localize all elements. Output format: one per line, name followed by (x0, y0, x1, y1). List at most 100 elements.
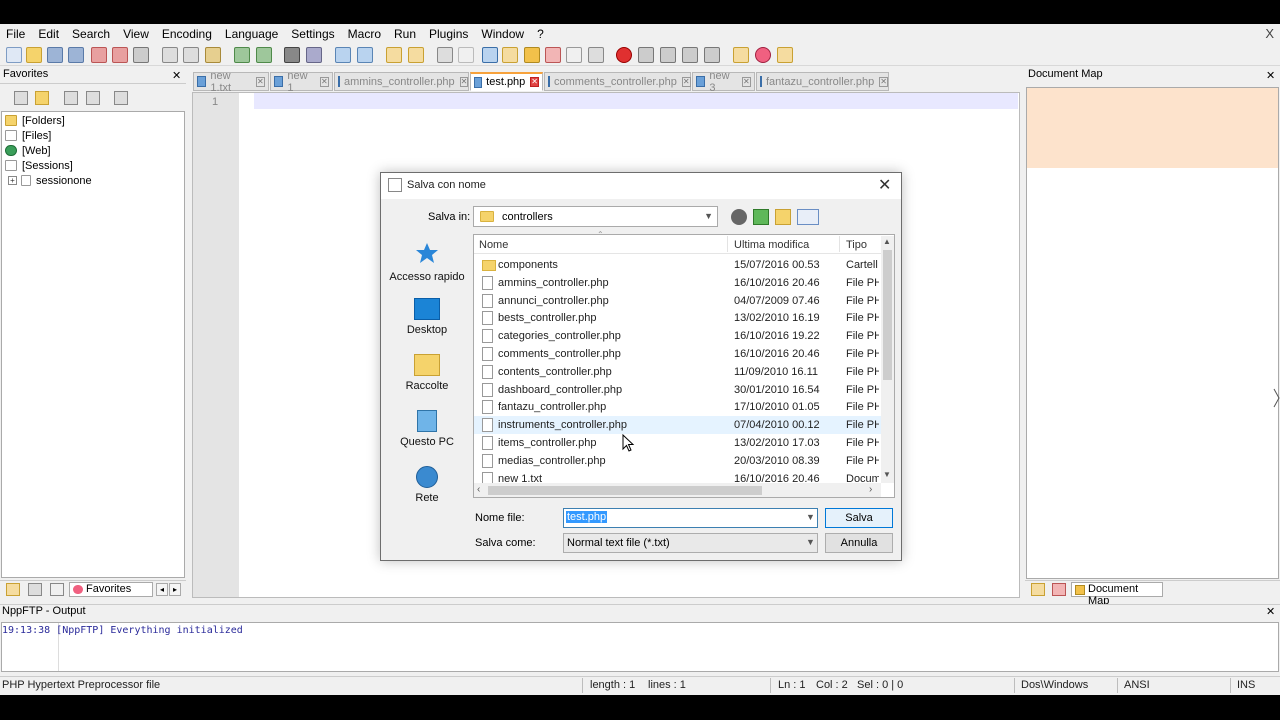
chevron-down-icon[interactable]: ▼ (806, 512, 815, 522)
explorer-tab-icon[interactable] (1031, 583, 1045, 596)
output-close-button[interactable]: ✕ (1266, 605, 1275, 618)
monitoring-icon[interactable] (588, 47, 604, 63)
sync-horizontal-icon[interactable] (408, 47, 424, 63)
tab-close-icon[interactable]: ✕ (319, 76, 329, 87)
undo-icon[interactable] (234, 47, 250, 63)
file-row[interactable]: instruments_controller.php 07/04/2010 00.… (474, 416, 881, 434)
file-row[interactable]: dashboard_controller.php 30/01/2010 16.54… (474, 381, 881, 399)
column-separator[interactable] (727, 236, 728, 252)
menu-encoding[interactable]: Encoding (162, 27, 212, 41)
place-network[interactable]: Rete (383, 466, 471, 504)
unlink-icon[interactable] (86, 91, 100, 105)
menu-search[interactable]: Search (72, 27, 110, 41)
file-row[interactable]: items_controller.php 13/02/2010 17.03 File… (474, 434, 881, 452)
menu-language[interactable]: Language (225, 27, 278, 41)
menu-file[interactable]: File (6, 27, 25, 41)
tree-item-files[interactable]: [Files] (5, 128, 51, 143)
filename-value[interactable]: test.php (566, 511, 608, 523)
find-icon[interactable] (284, 47, 300, 63)
file-row[interactable]: comments_controller.php 16/10/2016 20.46 F… (474, 345, 881, 363)
udl-icon[interactable] (502, 47, 518, 63)
file-row[interactable]: medias_controller.php 20/03/2010 08.39 Fil… (474, 452, 881, 470)
document-map-bottom-tab[interactable]: Document Map (1071, 582, 1163, 607)
tree-item-sessions[interactable]: [Sessions] (5, 158, 73, 173)
expand-icon[interactable]: + (8, 176, 17, 185)
save-all-icon[interactable] (68, 47, 84, 63)
filter-icon[interactable] (114, 91, 128, 105)
zoom-out-icon[interactable] (357, 47, 373, 63)
save-button[interactable]: Salva (825, 508, 893, 528)
sync-vertical-icon[interactable] (386, 47, 402, 63)
save-macro-icon[interactable] (704, 47, 720, 63)
tab-close-icon[interactable]: ✕ (459, 76, 469, 87)
function-tab-icon[interactable] (1052, 583, 1066, 596)
horizontal-scroll-thumb[interactable] (488, 486, 762, 495)
dialog-close-button[interactable]: ✕ (878, 175, 891, 195)
stop-macro-icon[interactable] (638, 47, 654, 63)
close-all-icon[interactable] (112, 47, 128, 63)
new-folder-icon[interactable] (775, 209, 791, 225)
menu-view[interactable]: View (123, 27, 149, 41)
close-icon[interactable] (91, 47, 107, 63)
tab-scroll-left-button[interactable]: ◂ (156, 583, 168, 596)
file-row[interactable]: fantazu_controller.php 17/10/2010 01.05 Fi… (474, 398, 881, 416)
menu-settings[interactable]: Settings (291, 27, 334, 41)
tab-new-3[interactable]: new 3 ✕ (692, 70, 755, 94)
replace-icon[interactable] (306, 47, 322, 63)
tree-item-web[interactable]: [Web] (5, 143, 51, 158)
add-folder-icon[interactable] (35, 91, 49, 105)
tab-close-icon[interactable]: ✕ (530, 77, 539, 87)
scroll-up-icon[interactable]: ▲ (883, 237, 891, 246)
scroll-down-icon[interactable]: ▼ (883, 470, 891, 479)
menu-window[interactable]: Window (481, 27, 524, 41)
tab-close-icon[interactable]: ✕ (879, 76, 888, 87)
column-type[interactable]: Tipo (846, 239, 867, 251)
menu-plugins[interactable]: Plugins (429, 27, 468, 41)
back-icon[interactable] (731, 209, 747, 225)
tab-fantazu-controller[interactable]: fantazu_controller.php ✕ (756, 72, 889, 91)
place-quick-access[interactable]: Accesso rapido (383, 242, 471, 283)
tab-scroll-right-button[interactable]: ▸ (169, 583, 181, 596)
show-all-chars-icon[interactable] (458, 47, 474, 63)
menu-macro[interactable]: Macro (348, 27, 381, 41)
play-macro-icon[interactable] (660, 47, 676, 63)
folder-row[interactable]: components 15/07/2016 00.53 Cartell (474, 256, 881, 274)
menu-run[interactable]: Run (394, 27, 416, 41)
save-in-combo[interactable]: controllers ▼ (473, 206, 718, 227)
redo-icon[interactable] (256, 47, 272, 63)
chevron-down-icon[interactable]: ▼ (806, 537, 815, 547)
place-this-pc[interactable]: Questo PC (383, 410, 471, 448)
tab-new-1[interactable]: new 1 ✕ (270, 70, 333, 94)
run-macro-multiple-icon[interactable] (682, 47, 698, 63)
doc-map-icon[interactable] (524, 47, 540, 63)
column-name[interactable]: Nome (479, 239, 508, 251)
tab-test-php[interactable]: test.php ✕ (470, 72, 543, 91)
tree-item-sessionone[interactable]: + sessionone (8, 173, 92, 188)
save-type-select[interactable]: Normal text file (*.txt) (563, 533, 818, 553)
menu-edit[interactable]: Edit (38, 27, 59, 41)
file-row[interactable]: ammins_controller.php 16/10/2016 20.46 Fil… (474, 274, 881, 292)
record-macro-icon[interactable] (616, 47, 632, 63)
word-wrap-icon[interactable] (437, 47, 453, 63)
scroll-right-icon[interactable]: › (869, 484, 872, 495)
file-row[interactable]: annunci_controller.php 04/07/2009 07.46 Fi… (474, 292, 881, 310)
folder-workspace-icon[interactable] (566, 47, 582, 63)
column-date-modified[interactable]: Ultima modifica (734, 239, 809, 251)
tab-close-icon[interactable]: ✕ (681, 76, 691, 87)
tab-close-icon[interactable]: ✕ (741, 76, 751, 87)
favorites-heart-icon[interactable] (755, 47, 771, 63)
file-row[interactable]: contents_controller.php 11/09/2010 16.11 F… (474, 363, 881, 381)
place-desktop[interactable]: Desktop (383, 298, 471, 336)
vertical-scroll-thumb[interactable] (883, 250, 892, 380)
folder-tab-icon[interactable] (50, 583, 64, 596)
column-separator[interactable] (839, 236, 840, 252)
explorer-tab-icon[interactable] (6, 583, 20, 596)
print-icon[interactable] (133, 47, 149, 63)
document-map-viewport[interactable] (1027, 88, 1278, 168)
function-list-icon[interactable] (545, 47, 561, 63)
indent-guide-icon[interactable] (482, 47, 498, 63)
document-map-close-button[interactable]: ✕ (1266, 69, 1275, 82)
nppftp-icon[interactable] (777, 47, 793, 63)
view-menu-icon[interactable] (797, 209, 819, 225)
tab-close-icon[interactable]: ✕ (255, 76, 265, 87)
